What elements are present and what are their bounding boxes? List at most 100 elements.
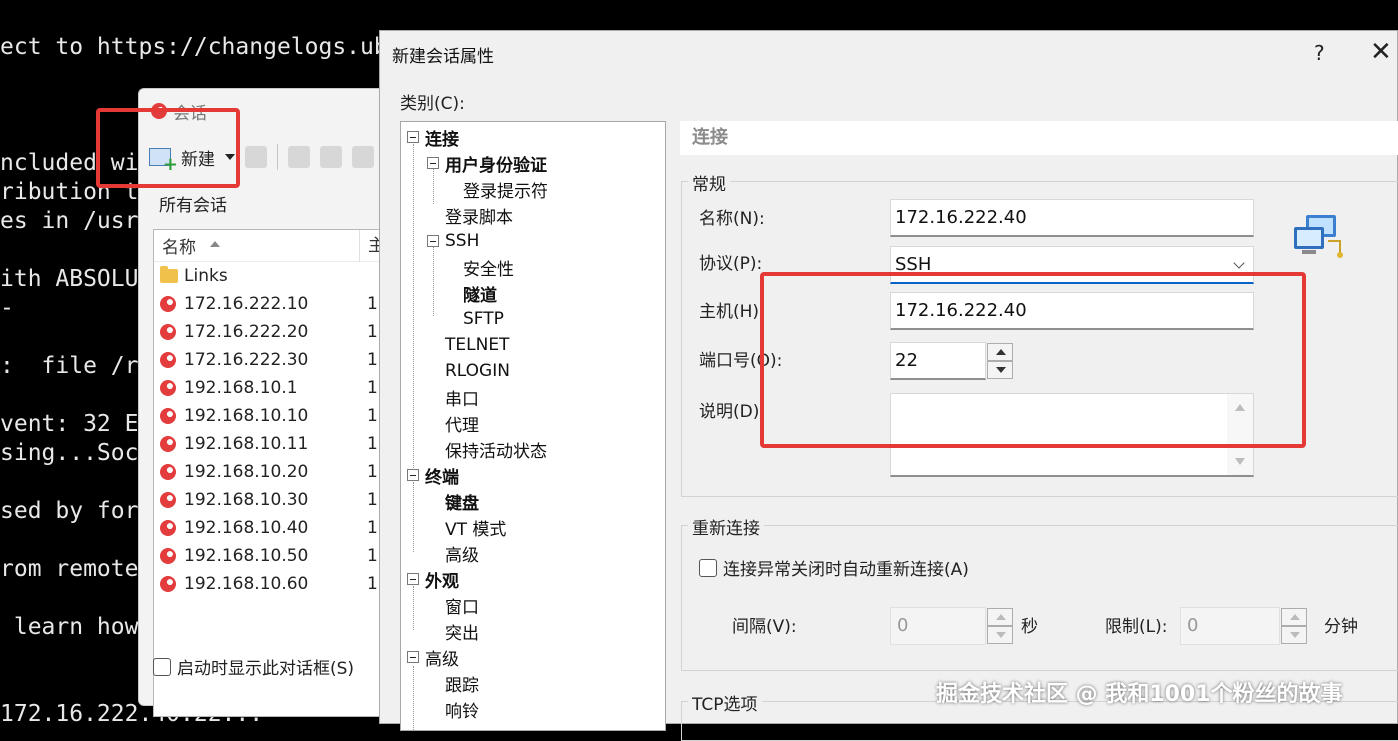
increment-icon[interactable] <box>1281 608 1307 626</box>
tree-item-appearance[interactable]: 外观 <box>407 567 459 592</box>
tree-item-tunnel[interactable]: 隧道 <box>463 281 497 306</box>
tree-item-security[interactable]: 安全性 <box>463 255 514 280</box>
collapse-icon[interactable] <box>427 157 439 169</box>
list-item[interactable]: 172.16.222.20 17 <box>154 318 392 346</box>
tree-item-keepalive[interactable]: 保持活动状态 <box>445 437 547 462</box>
copy-icon[interactable] <box>320 146 342 168</box>
properties-icon[interactable] <box>245 146 267 168</box>
terminal-line: es in /usr/ <box>0 208 153 234</box>
list-header: 名称 主 <box>154 230 392 262</box>
tree-item-terminal-advanced[interactable]: 高级 <box>445 541 479 566</box>
highlight-host-fields <box>760 272 1306 448</box>
list-item[interactable]: Links <box>154 262 392 290</box>
scroll-down-icon[interactable] <box>1235 458 1245 465</box>
sort-ascending-icon <box>210 241 220 247</box>
tree-item-rlogin[interactable]: RLOGIN <box>445 359 510 383</box>
chevron-down-icon <box>1233 257 1245 269</box>
list-item[interactable]: 192.168.10.10 19 <box>154 402 392 430</box>
startup-show-checkbox[interactable]: 启动时显示此对话框(S) <box>153 654 354 679</box>
tree-item-vt-mode[interactable]: VT 模式 <box>445 515 506 540</box>
help-button[interactable]: ? <box>1314 41 1325 65</box>
name-label: 名称(N): <box>699 209 765 229</box>
tree-connector <box>433 246 434 316</box>
checkbox-box[interactable] <box>153 657 171 676</box>
limit-label: 限制(L): <box>1105 617 1168 637</box>
limit-stepper <box>1281 608 1307 644</box>
description-label: 说明(D) <box>699 402 760 422</box>
tree-item-trace[interactable]: 跟踪 <box>445 671 479 696</box>
auto-reconnect-checkbox[interactable]: 连接异常关闭时自动重新连接(A) <box>699 555 969 580</box>
tree-item-window[interactable]: 窗口 <box>445 593 479 618</box>
terminal-line: vent: 32 E <box>0 411 139 437</box>
list-item[interactable]: 192.168.10.50 19 <box>154 542 392 570</box>
session-icon <box>160 352 176 368</box>
network-computer-icon <box>1294 215 1343 258</box>
terminal-line: sing...Soc <box>0 440 139 466</box>
general-group-title: 常规 <box>688 170 730 195</box>
tree-item-proxy[interactable]: 代理 <box>445 411 479 436</box>
list-item[interactable]: 192.168.10.60 19 <box>154 570 392 598</box>
reconnect-group-title: 重新连接 <box>688 514 764 539</box>
session-icon <box>160 380 176 396</box>
tree-connector <box>413 482 414 552</box>
limit-input[interactable]: 0 <box>1180 607 1280 645</box>
collapse-icon[interactable] <box>407 469 419 481</box>
collapse-icon[interactable] <box>407 651 419 663</box>
tree-connector <box>413 586 414 630</box>
collapse-icon[interactable] <box>407 131 419 143</box>
collapse-icon[interactable] <box>427 235 439 247</box>
list-item[interactable]: 192.168.10.11 19 <box>154 430 392 458</box>
tree-connector <box>413 144 414 474</box>
tree-item-telnet[interactable]: TELNET <box>445 333 509 357</box>
highlight-new-button <box>96 108 240 188</box>
interval-unit: 秒 <box>1021 617 1038 637</box>
name-input[interactable]: 172.16.222.40 <box>890 199 1254 237</box>
column-name[interactable]: 名称 <box>154 233 359 258</box>
collapse-icon[interactable] <box>407 573 419 585</box>
terminal-line: learn how <box>0 614 139 640</box>
session-icon <box>160 576 176 592</box>
tree-item-bell[interactable]: 响铃 <box>445 697 479 722</box>
tree-item-highlight[interactable]: 突出 <box>445 619 479 644</box>
list-item[interactable]: 192.168.10.20 19 <box>154 458 392 486</box>
list-item[interactable]: 172.16.222.30 17 <box>154 346 392 374</box>
close-button[interactable]: ✕ <box>1370 37 1392 67</box>
tree-item-login-prompt[interactable]: 登录提示符 <box>463 177 548 202</box>
tree-item-keyboard[interactable]: 键盘 <box>445 489 479 514</box>
checkbox-box[interactable] <box>699 558 717 577</box>
terminal-line: rom remote <box>0 556 139 582</box>
cut-icon[interactable] <box>288 146 310 168</box>
tree-item-sftp[interactable]: SFTP <box>463 307 504 331</box>
list-item[interactable]: 192.168.10.1 19 <box>154 374 392 402</box>
protocol-label: 协议(P): <box>699 254 763 274</box>
session-icon <box>160 436 176 452</box>
session-icon <box>160 548 176 564</box>
list-item[interactable]: 192.168.10.30 19 <box>154 486 392 514</box>
list-item[interactable]: 192.168.10.40 19 <box>154 514 392 542</box>
tree-item-serial[interactable]: 串口 <box>445 385 479 410</box>
session-icon <box>160 408 176 424</box>
reconnect-group: 重新连接 <box>681 514 1398 671</box>
terminal-line: : file /ro <box>0 353 153 379</box>
terminal-line: ith ABSOLUT <box>0 266 153 292</box>
all-sessions-label: 所有会话 <box>159 196 227 216</box>
tree-item-connection[interactable]: 连接 <box>407 125 459 150</box>
decrement-icon[interactable] <box>1281 626 1307 644</box>
tree-item-user-auth[interactable]: 用户身份验证 <box>427 151 547 176</box>
category-tree[interactable]: 连接 用户身份验证 登录提示符 登录脚本 SSH 安全性 隧道 SFTP TEL… <box>400 121 666 731</box>
session-icon <box>160 492 176 508</box>
tree-item-terminal[interactable]: 终端 <box>407 463 459 488</box>
tree-item-login-script[interactable]: 登录脚本 <box>445 203 513 228</box>
increment-icon[interactable] <box>987 608 1013 626</box>
tree-item-ssh[interactable]: SSH <box>427 229 479 253</box>
decrement-icon[interactable] <box>987 626 1013 644</box>
session-icon <box>160 520 176 536</box>
tree-item-advanced[interactable]: 高级 <box>407 645 459 670</box>
folder-icon <box>160 266 178 283</box>
interval-input[interactable]: 0 <box>890 607 986 645</box>
list-item[interactable]: 172.16.222.10 17 <box>154 290 392 318</box>
session-icon <box>160 464 176 480</box>
session-icon <box>160 296 176 312</box>
session-list[interactable]: 名称 主 Links 172.16.222.10 17 172.16.222.20… <box>153 229 393 717</box>
paste-icon[interactable] <box>352 146 374 168</box>
